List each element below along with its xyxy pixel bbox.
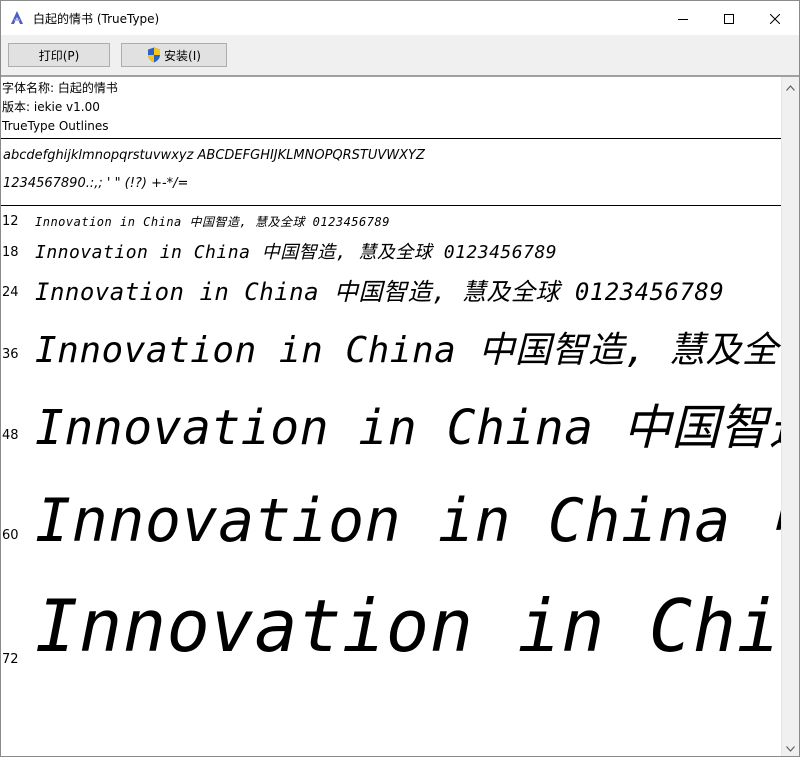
chevron-down-icon [786,737,795,756]
scroll-up-button[interactable] [782,77,799,94]
shield-icon [147,47,161,63]
sample-text-72: Innovation in China [35,584,781,668]
vertical-scrollbar[interactable] [781,77,799,756]
close-button[interactable] [752,1,798,35]
chevron-up-icon [786,76,795,95]
charset-letters: abcdefghijklmnopqrstuvwxyz ABCDEFGHIJKLM… [3,148,425,163]
font-viewer-window: 白起的情书 (TrueType) 打印(P) 安装(I) 字体名称: 白起的情书… [0,0,800,757]
font-app-icon [9,10,25,26]
charset-symbols: 1234567890.:,; ' " (!?) +-*/= [3,176,189,191]
sample-text-12: Innovation in China 中国智造, 慧及全球 012345678… [35,215,390,229]
size-label-72: 72 [2,652,19,667]
sample-text-48: Innovation in China 中国智造 [35,400,781,456]
title-bar[interactable]: 白起的情书 (TrueType) [1,1,799,35]
divider [1,138,781,139]
minimize-icon [678,9,688,28]
minimize-button[interactable] [660,1,706,35]
close-icon [769,9,781,28]
size-label-18: 18 [2,245,19,260]
font-name-line: 字体名称: 白起的情书 [2,81,118,95]
window-title: 白起的情书 (TrueType) [33,12,160,26]
toolbar: 打印(P) 安装(I) [1,35,799,75]
install-button-label: 安装(I) [164,48,201,63]
maximize-icon [724,9,734,28]
size-label-48: 48 [2,428,19,443]
scroll-track[interactable] [785,96,796,737]
scroll-down-button[interactable] [782,738,799,755]
print-button-label: 打印(P) [38,48,80,63]
size-label-36: 36 [2,347,19,362]
font-preview-area[interactable]: 字体名称: 白起的情书 版本: iekie v1.00 TrueType Out… [1,77,781,756]
font-outline-line: TrueType Outlines [2,119,109,133]
size-label-12: 12 [2,214,19,229]
print-button[interactable]: 打印(P) [8,43,110,67]
font-version-line: 版本: iekie v1.00 [2,100,100,114]
sample-text-18: Innovation in China 中国智造, 慧及全球 012345678… [35,242,558,263]
install-button[interactable]: 安装(I) [121,43,227,67]
size-label-24: 24 [2,285,19,300]
maximize-button[interactable] [706,1,752,35]
size-label-60: 60 [2,528,19,543]
sample-text-24: Innovation in China 中国智造, 慧及全球 012345678… [35,278,725,306]
sample-text-60: Innovation in China 中国 [35,486,781,556]
sample-text-36: Innovation in China 中国智造, 慧及全 [35,330,779,371]
divider [1,205,781,206]
